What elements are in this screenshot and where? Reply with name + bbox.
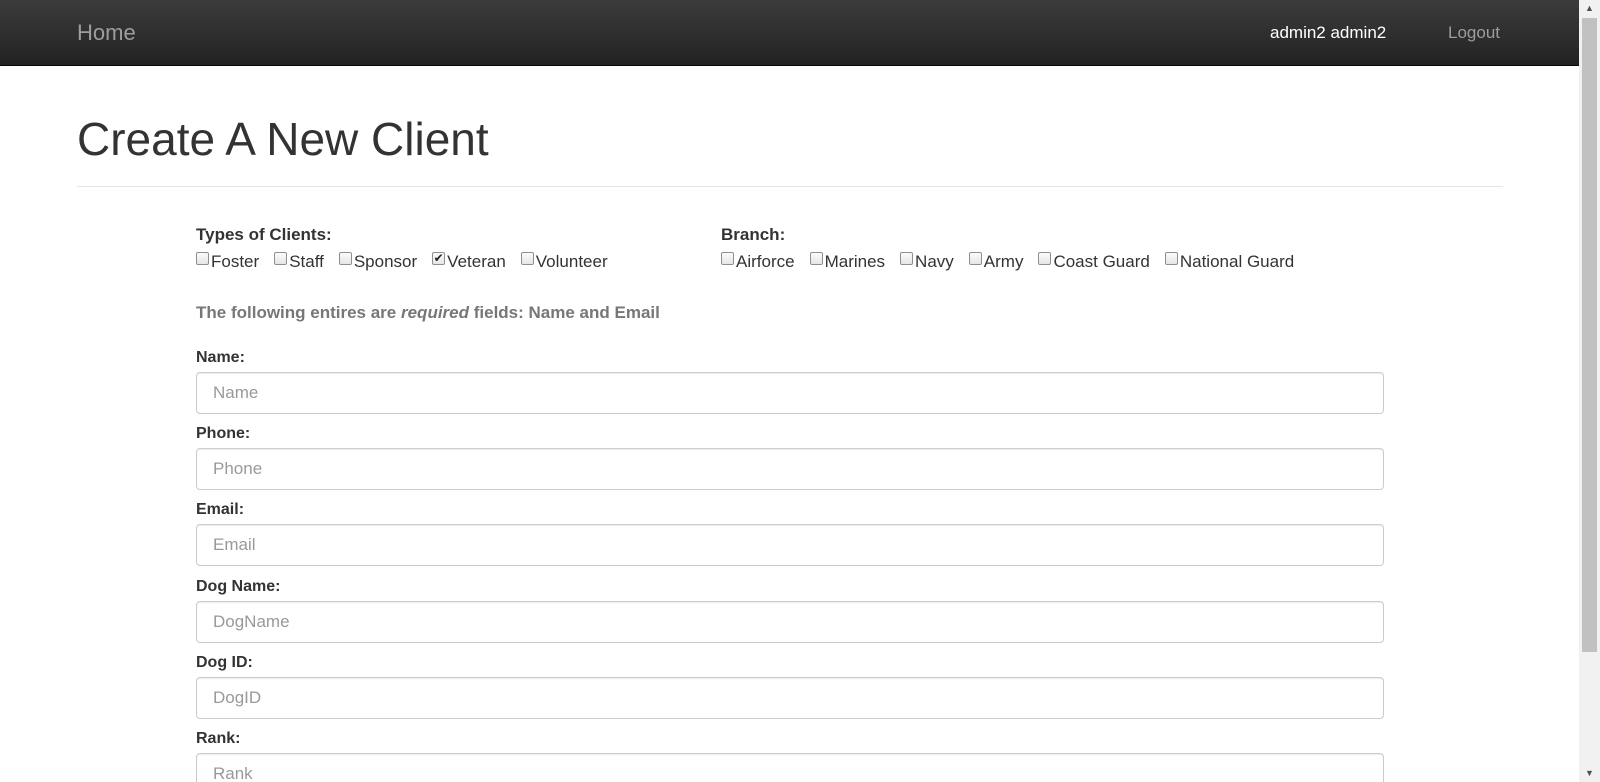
- checkbox-staff-label: Staff: [289, 252, 324, 271]
- title-divider: [77, 186, 1503, 187]
- page-scrollbar[interactable]: ▲ ▼: [1579, 0, 1600, 782]
- branch-label: Branch:: [721, 225, 786, 244]
- scroll-up-arrow-icon[interactable]: ▲: [1579, 0, 1600, 17]
- branch-group: Airforce Marines Navy Army Coast Guard N…: [721, 252, 1309, 272]
- checkbox-volunteer-label: Volunteer: [535, 252, 608, 271]
- name-label: Name:: [196, 349, 245, 366]
- branch-navy[interactable]: Navy: [900, 252, 954, 272]
- checkbox-veteran-label: Veteran: [447, 252, 506, 271]
- checkbox-navy[interactable]: [900, 252, 914, 265]
- checkbox-volunteer[interactable]: [520, 252, 534, 265]
- rank-input[interactable]: [196, 753, 1384, 782]
- client-types-group: Foster Staff Sponsor ✔ Veteran Volunteer: [196, 252, 623, 272]
- checkbox-national-guard[interactable]: [1164, 252, 1178, 265]
- required-note-after: fields: Name and Email: [469, 303, 660, 322]
- top-navbar: Home admin2 admin2 Logout: [0, 0, 1579, 66]
- branch-marines[interactable]: Marines: [809, 252, 886, 272]
- logout-link[interactable]: Logout: [1448, 23, 1500, 43]
- client-types-label: Types of Clients:: [196, 225, 332, 244]
- checkbox-sponsor-label: Sponsor: [353, 252, 418, 271]
- client-type-sponsor[interactable]: Sponsor: [338, 252, 418, 272]
- scroll-down-arrow-icon[interactable]: ▼: [1579, 765, 1600, 782]
- branch-coast-guard[interactable]: Coast Guard: [1038, 252, 1150, 272]
- checkbox-foster[interactable]: [196, 252, 209, 265]
- scrollbar-thumb[interactable]: [1582, 18, 1597, 652]
- checkbox-staff[interactable]: [274, 252, 288, 265]
- required-note-emphasis: required: [400, 303, 470, 322]
- name-input[interactable]: [196, 372, 1384, 414]
- checkbox-airforce-label: Airforce: [736, 252, 795, 271]
- dog-id-label: Dog ID:: [196, 654, 253, 671]
- name-field-group: Name:: [196, 349, 1384, 414]
- checkbox-marines-label: Marines: [824, 252, 886, 271]
- checkbox-coast-guard[interactable]: [1038, 252, 1052, 265]
- client-type-veteran[interactable]: ✔ Veteran: [432, 252, 506, 272]
- email-field-group: Email:: [196, 501, 1384, 566]
- client-type-volunteer[interactable]: Volunteer: [520, 252, 608, 272]
- client-type-staff[interactable]: Staff: [274, 252, 324, 272]
- phone-input[interactable]: [196, 448, 1384, 490]
- email-label: Email:: [196, 501, 245, 518]
- checkbox-army-label: Army: [983, 252, 1024, 271]
- checkbox-navy-label: Navy: [915, 252, 954, 271]
- email-input[interactable]: [196, 524, 1384, 566]
- checkbox-marines[interactable]: [809, 252, 823, 265]
- required-note-before: The following entires are: [196, 303, 401, 322]
- dog-id-field-group: Dog ID:: [196, 654, 1384, 719]
- checkbox-sponsor[interactable]: [338, 252, 352, 265]
- dog-name-field-group: Dog Name:: [196, 578, 1384, 643]
- checkbox-coast-guard-label: Coast Guard: [1053, 252, 1150, 271]
- page-title: Create A New Client: [77, 113, 489, 165]
- phone-field-group: Phone:: [196, 425, 1384, 490]
- checkbox-airforce[interactable]: [721, 252, 734, 265]
- checkbox-army[interactable]: [968, 252, 982, 265]
- branch-national-guard[interactable]: National Guard: [1164, 252, 1295, 272]
- client-type-foster[interactable]: Foster: [196, 252, 259, 272]
- dog-name-label: Dog Name:: [196, 578, 281, 595]
- branch-airforce[interactable]: Airforce: [721, 252, 795, 272]
- checkbox-veteran[interactable]: ✔: [432, 252, 446, 265]
- rank-field-group: Rank:: [196, 730, 1384, 782]
- dog-name-input[interactable]: [196, 601, 1384, 643]
- checkbox-national-guard-label: National Guard: [1179, 252, 1295, 271]
- dog-id-input[interactable]: [196, 677, 1384, 719]
- checkbox-foster-label: Foster: [211, 252, 260, 271]
- required-fields-note: The following entires are required field…: [196, 303, 660, 323]
- user-name-link[interactable]: admin2 admin2: [1270, 23, 1386, 43]
- branch-army[interactable]: Army: [968, 252, 1024, 272]
- phone-label: Phone:: [196, 425, 251, 442]
- rank-label: Rank:: [196, 730, 241, 747]
- home-link[interactable]: Home: [77, 20, 136, 46]
